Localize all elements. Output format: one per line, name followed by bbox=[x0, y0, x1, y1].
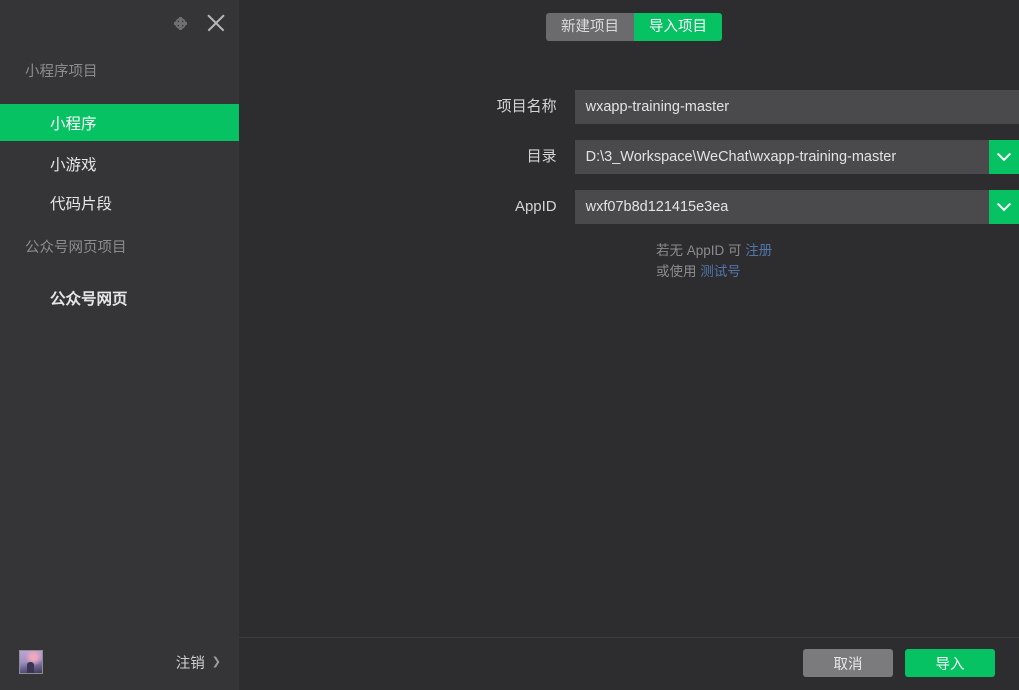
appid-dropdown-button[interactable] bbox=[989, 190, 1019, 224]
close-button[interactable] bbox=[203, 10, 229, 36]
tab-new-project[interactable]: 新建项目 bbox=[546, 13, 634, 41]
sidebar-item-label: 小程序 bbox=[50, 115, 97, 133]
sidebar-item-miniprogram[interactable]: 小程序 bbox=[0, 104, 239, 141]
hint-text: 或使用 bbox=[656, 264, 701, 279]
avatar[interactable] bbox=[19, 650, 43, 674]
sidebar-item-code-snippet[interactable]: 代码片段 bbox=[0, 184, 239, 221]
tab-bar: 新建项目 导入项目 bbox=[546, 13, 722, 41]
dialog-actions: 取消 导入 bbox=[803, 649, 995, 677]
tab-label: 新建项目 bbox=[561, 19, 619, 35]
project-name-value[interactable]: wxapp-training-master bbox=[575, 99, 1019, 115]
directory-field[interactable]: D:\3_Workspace\WeChat\wxapp-training-mas… bbox=[574, 140, 1019, 174]
project-name-field[interactable]: wxapp-training-master bbox=[574, 90, 1019, 124]
form-row-project-name: 项目名称 wxapp-training-master bbox=[239, 90, 1019, 124]
sidebar-item-label: 小游戏 bbox=[50, 156, 97, 174]
appid-hints: 若无 AppID 可 注册 或使用 测试号 bbox=[638, 240, 1019, 282]
chevron-down-icon bbox=[996, 197, 1012, 212]
form-row-directory: 目录 D:\3_Workspace\WeChat\wxapp-training-… bbox=[239, 140, 1019, 174]
chevron-down-icon bbox=[996, 147, 1012, 162]
tab-import-project[interactable]: 导入项目 bbox=[634, 13, 722, 41]
import-button[interactable]: 导入 bbox=[905, 649, 995, 677]
logout-label: 注销 bbox=[175, 655, 205, 672]
footer-divider bbox=[239, 637, 1019, 638]
hint-text: 若无 AppID 可 bbox=[656, 243, 746, 258]
directory-label: 目录 bbox=[526, 148, 557, 165]
import-form: 项目名称 wxapp-training-master 目录 D:\3_Works… bbox=[239, 90, 1019, 282]
appid-hint-register: 若无 AppID 可 注册 bbox=[656, 240, 1019, 261]
cancel-button[interactable]: 取消 bbox=[803, 649, 893, 677]
sidebar: 小程序项目 小程序 小游戏 代码片段 公众号网页项目 公众号网页 注销 ❯ bbox=[0, 0, 239, 690]
tab-label: 导入项目 bbox=[649, 19, 707, 35]
form-row-appid: AppID wxf07b8d121415e3ea bbox=[239, 190, 1019, 224]
sidebar-section-header-official-account: 公众号网页项目 bbox=[25, 240, 127, 256]
appid-field[interactable]: wxf07b8d121415e3ea bbox=[574, 190, 1019, 224]
appid-label: AppID bbox=[514, 198, 557, 215]
directory-value[interactable]: D:\3_Workspace\WeChat\wxapp-training-mas… bbox=[575, 149, 989, 165]
gear-icon bbox=[173, 16, 187, 30]
sidebar-section-header-miniprogram: 小程序项目 bbox=[25, 64, 98, 80]
sidebar-item-official-account-page[interactable]: 公众号网页 bbox=[0, 279, 239, 316]
project-name-label: 项目名称 bbox=[496, 98, 557, 115]
main-panel: 新建项目 导入项目 项目名称 wxapp-training-master 目录 … bbox=[239, 0, 1019, 690]
register-link[interactable]: 注册 bbox=[745, 243, 772, 258]
sidebar-footer: 注销 ❯ bbox=[0, 634, 239, 690]
window-controls bbox=[167, 10, 229, 36]
directory-dropdown-button[interactable] bbox=[989, 140, 1019, 174]
import-project-dialog: 小程序项目 小程序 小游戏 代码片段 公众号网页项目 公众号网页 注销 ❯ 新建… bbox=[0, 0, 1019, 690]
sidebar-item-label: 公众号网页 bbox=[50, 290, 128, 308]
close-icon bbox=[205, 12, 227, 34]
sidebar-item-minigame[interactable]: 小游戏 bbox=[0, 145, 239, 182]
appid-value[interactable]: wxf07b8d121415e3ea bbox=[575, 199, 989, 215]
logout-button[interactable]: 注销 ❯ bbox=[176, 652, 221, 673]
test-id-link[interactable]: 测试号 bbox=[700, 264, 741, 279]
appid-hint-testid: 或使用 测试号 bbox=[656, 261, 1019, 282]
sidebar-item-label: 代码片段 bbox=[50, 195, 113, 213]
settings-button[interactable] bbox=[167, 10, 193, 36]
chevron-right-icon: ❯ bbox=[211, 655, 221, 668]
